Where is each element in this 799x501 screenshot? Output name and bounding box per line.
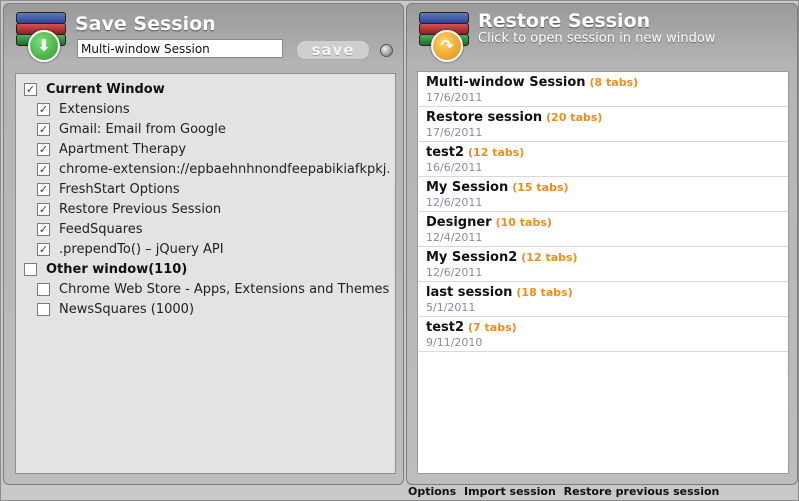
- restore-arrow-icon: ↷: [431, 30, 463, 62]
- session-name-text: Multi-window Session: [426, 75, 586, 90]
- session-list-item[interactable]: test2 (12 tabs) 16/6/2011: [418, 142, 788, 177]
- app-window: ⬇ Save Session save ✓ Current Window ✓ Exte…: [0, 0, 799, 501]
- window-group-row[interactable]: Other window(110): [24, 259, 187, 279]
- session-name-text: Restore session: [426, 110, 543, 125]
- tab-row[interactable]: Chrome Web Store - Apps, Extensions and …: [37, 279, 389, 299]
- tab-title: FreshStart Options: [59, 181, 180, 197]
- window-group-label: Other window(110): [46, 261, 188, 277]
- session-date: 12/6/2011: [426, 196, 483, 209]
- tab-title: NewsSquares (1000): [59, 301, 195, 317]
- tab-checkbox[interactable]: ✓: [37, 222, 50, 236]
- tab-checkbox[interactable]: ✓: [37, 182, 50, 196]
- tab-title: FeedSquares: [59, 221, 143, 237]
- session-date: 17/6/2011: [426, 91, 483, 104]
- session-name: My Session2 (12 tabs): [426, 250, 578, 265]
- tab-title: Chrome Web Store - Apps, Extensions and …: [59, 281, 389, 297]
- session-name-text: My Session2: [426, 250, 518, 265]
- session-name: test2 (12 tabs): [426, 145, 524, 160]
- tab-checkbox[interactable]: [37, 302, 50, 316]
- tab-title: Extensions: [59, 101, 130, 117]
- session-name: My Session (15 tabs): [426, 180, 569, 195]
- session-date: 9/11/2010: [426, 336, 483, 349]
- save-session-app-icon: ⬇: [14, 10, 72, 62]
- tab-title: Gmail: Email from Google: [59, 121, 226, 137]
- session-list-item[interactable]: My Session2 (12 tabs) 12/6/2011: [418, 247, 788, 282]
- tab-row[interactable]: ✓ FreshStart Options: [37, 179, 389, 199]
- status-indicator-icon: [380, 44, 393, 57]
- session-name: Designer (10 tabs): [426, 215, 552, 230]
- download-arrow-icon: ⬇: [28, 30, 60, 62]
- tab-checkbox[interactable]: ✓: [37, 162, 50, 176]
- window-group-label: Current Window: [46, 81, 165, 97]
- tab-row[interactable]: NewsSquares (1000): [37, 299, 389, 319]
- tab-row[interactable]: ✓ Apartment Therapy: [37, 139, 389, 159]
- tab-checkbox[interactable]: ✓: [37, 122, 50, 136]
- restore-session-subtitle: Click to open session in new window: [478, 31, 716, 46]
- session-name: last session (18 tabs): [426, 285, 573, 300]
- session-name: Restore session (20 tabs): [426, 110, 602, 125]
- tab-title: .prependTo() – jQuery API: [59, 241, 224, 257]
- session-date: 5/1/2011: [426, 301, 476, 314]
- session-name-text: test2: [426, 145, 465, 160]
- tab-checkbox[interactable]: ✓: [37, 102, 50, 116]
- session-date: 12/6/2011: [426, 266, 483, 279]
- tab-row[interactable]: ✓ Extensions: [37, 99, 389, 119]
- session-tab-count: (8 tabs): [589, 76, 639, 89]
- session-date: 12/4/2011: [426, 231, 483, 244]
- session-list-item[interactable]: Restore session (20 tabs) 17/6/2011: [418, 107, 788, 142]
- footer-links: Options Import session Restore previous …: [408, 485, 723, 498]
- tab-row[interactable]: ✓ Gmail: Email from Google: [37, 119, 389, 139]
- restore-previous-session-link[interactable]: Restore previous session: [564, 485, 720, 498]
- session-tab-count: (7 tabs): [468, 321, 517, 334]
- session-name-text: Designer: [426, 215, 492, 230]
- options-link[interactable]: Options: [408, 485, 456, 498]
- restore-session-title: Restore Session: [478, 10, 651, 32]
- restore-session-app-icon: ↷: [417, 10, 475, 62]
- tab-title: Apartment Therapy: [59, 141, 187, 157]
- tab-row[interactable]: ✓ chrome-extension://epbaehnhnondfeepabik…: [37, 159, 389, 179]
- session-list-item[interactable]: last session (18 tabs) 5/1/2011: [418, 282, 788, 317]
- session-tab-count: (20 tabs): [546, 111, 603, 124]
- session-date: 17/6/2011: [426, 126, 483, 139]
- tab-checkbox[interactable]: ✓: [37, 142, 50, 156]
- session-name: Multi-window Session (8 tabs): [426, 75, 638, 90]
- save-session-title: Save Session: [75, 13, 216, 35]
- session-tab-count: (10 tabs): [495, 216, 552, 229]
- window-group-checkbox[interactable]: [24, 262, 37, 276]
- session-list-item[interactable]: Multi-window Session (8 tabs) 17/6/2011: [418, 72, 788, 107]
- tab-checkbox[interactable]: [37, 282, 50, 296]
- session-tab-count: (12 tabs): [468, 146, 525, 159]
- session-list-item[interactable]: Designer (10 tabs) 12/4/2011: [418, 212, 788, 247]
- tab-selection-list: ✓ Current Window ✓ Extensions ✓ Gmail: Email …: [15, 73, 396, 474]
- session-list-item[interactable]: test2 (7 tabs) 9/11/2010: [418, 317, 788, 352]
- session-tab-count: (15 tabs): [512, 181, 569, 194]
- session-name-text: last session: [426, 285, 513, 300]
- tab-title: chrome-extension://epbaehnhnondfeepabiki…: [59, 161, 389, 177]
- save-button[interactable]: save: [296, 40, 370, 60]
- session-tab-count: (18 tabs): [516, 286, 573, 299]
- import-session-link[interactable]: Import session: [464, 485, 556, 498]
- tab-row[interactable]: ✓ Restore Previous Session: [37, 199, 389, 219]
- session-date: 16/6/2011: [426, 161, 483, 174]
- session-name: test2 (7 tabs): [426, 320, 517, 335]
- window-group-row[interactable]: ✓ Current Window: [24, 79, 165, 99]
- session-name-text: My Session: [426, 180, 509, 195]
- tab-row[interactable]: ✓ FeedSquares: [37, 219, 389, 239]
- tab-checkbox[interactable]: ✓: [37, 202, 50, 216]
- tab-checkbox[interactable]: ✓: [37, 242, 50, 256]
- save-session-panel: ⬇ Save Session save ✓ Current Window ✓ Exte…: [3, 3, 404, 485]
- session-list-item[interactable]: My Session (15 tabs) 12/6/2011: [418, 177, 788, 212]
- saved-sessions-list: Multi-window Session (8 tabs) 17/6/2011 Res…: [417, 71, 789, 474]
- tab-title: Restore Previous Session: [59, 201, 222, 217]
- session-tab-count: (12 tabs): [521, 251, 578, 264]
- window-group-checkbox[interactable]: ✓: [24, 82, 37, 96]
- session-name-input[interactable]: [77, 39, 283, 58]
- session-name-text: test2: [426, 320, 465, 335]
- restore-session-panel: ↷ Restore Session Click to open session …: [406, 3, 798, 485]
- tab-row[interactable]: ✓ .prependTo() – jQuery API: [37, 239, 389, 259]
